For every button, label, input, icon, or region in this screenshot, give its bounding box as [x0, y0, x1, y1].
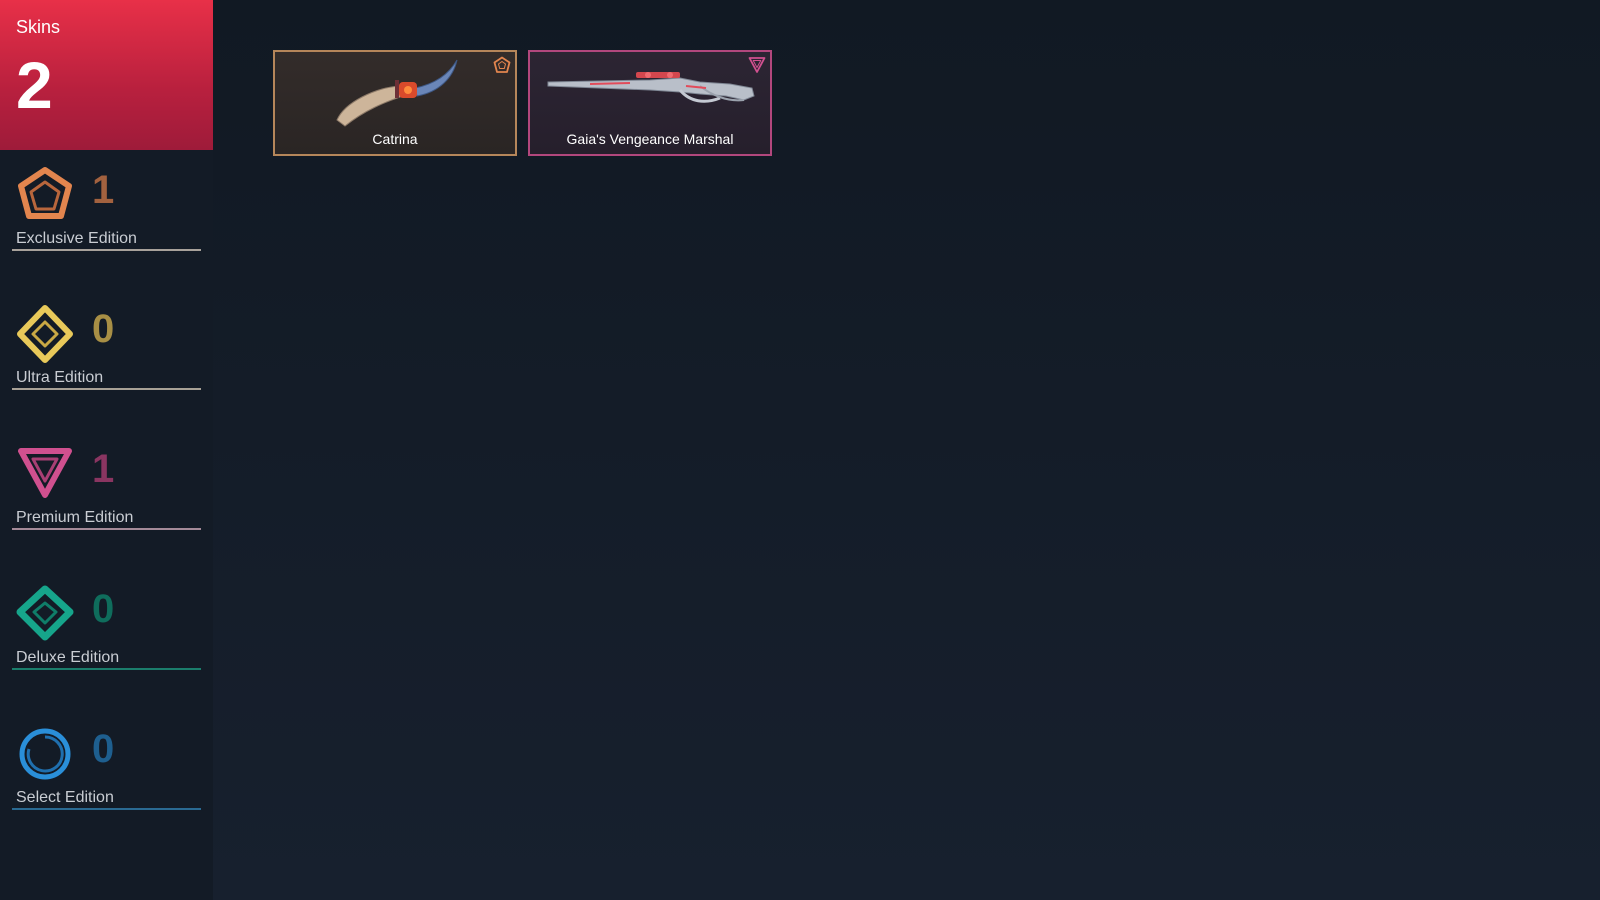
deluxe-edition-icon	[16, 585, 74, 641]
skins-summary[interactable]: Skins 2	[0, 0, 213, 150]
knife-skin-image	[336, 59, 458, 127]
edition-label: Deluxe Edition	[16, 649, 120, 666]
edition-label: Premium Edition	[16, 509, 134, 526]
exclusive-edition-icon	[18, 167, 72, 219]
skin-card-name: Catrina	[372, 131, 418, 147]
edition-count: 1	[92, 168, 115, 212]
edition-divider	[12, 249, 201, 251]
edition-count: 0	[92, 727, 115, 771]
skin-card[interactable]: Catrina	[273, 50, 517, 156]
collection-screen: Skins 2 1 Exclusive Edition 0 Ultra Edit…	[0, 0, 1600, 900]
edition-divider	[12, 668, 201, 670]
edition-filter-premium[interactable]: 1 Premium Edition	[12, 445, 201, 541]
edition-filter-select[interactable]: 0 Select Edition	[12, 725, 201, 821]
ultra-edition-icon	[17, 305, 73, 363]
edition-divider	[12, 808, 201, 810]
edition-sidebar: Skins 2 1 Exclusive Edition 0 Ultra Edit…	[0, 0, 213, 900]
edition-label: Select Edition	[16, 789, 114, 806]
edition-count: 0	[92, 307, 115, 351]
skin-card[interactable]: Gaia's Vengeance Marshal	[528, 50, 772, 156]
edition-divider	[12, 388, 201, 390]
edition-label: Exclusive Edition	[16, 230, 137, 247]
edition-label: Ultra Edition	[16, 369, 104, 386]
exclusive-edition-icon	[493, 56, 511, 73]
edition-divider	[12, 528, 201, 530]
edition-count: 0	[92, 587, 115, 631]
edition-filter-ultra[interactable]: 0 Ultra Edition	[12, 305, 201, 401]
premium-edition-icon	[748, 57, 766, 73]
rifle-skin-image	[547, 72, 755, 103]
skin-card-name: Gaia's Vengeance Marshal	[566, 131, 734, 147]
skins-title: Skins	[16, 17, 61, 37]
skins-count: 2	[16, 48, 53, 122]
premium-edition-icon	[18, 448, 72, 498]
edition-count: 1	[92, 447, 115, 491]
edition-filter-deluxe[interactable]: 0 Deluxe Edition	[12, 585, 201, 681]
select-edition-icon	[19, 728, 71, 780]
edition-filter-exclusive[interactable]: 1 Exclusive Edition	[12, 166, 201, 262]
